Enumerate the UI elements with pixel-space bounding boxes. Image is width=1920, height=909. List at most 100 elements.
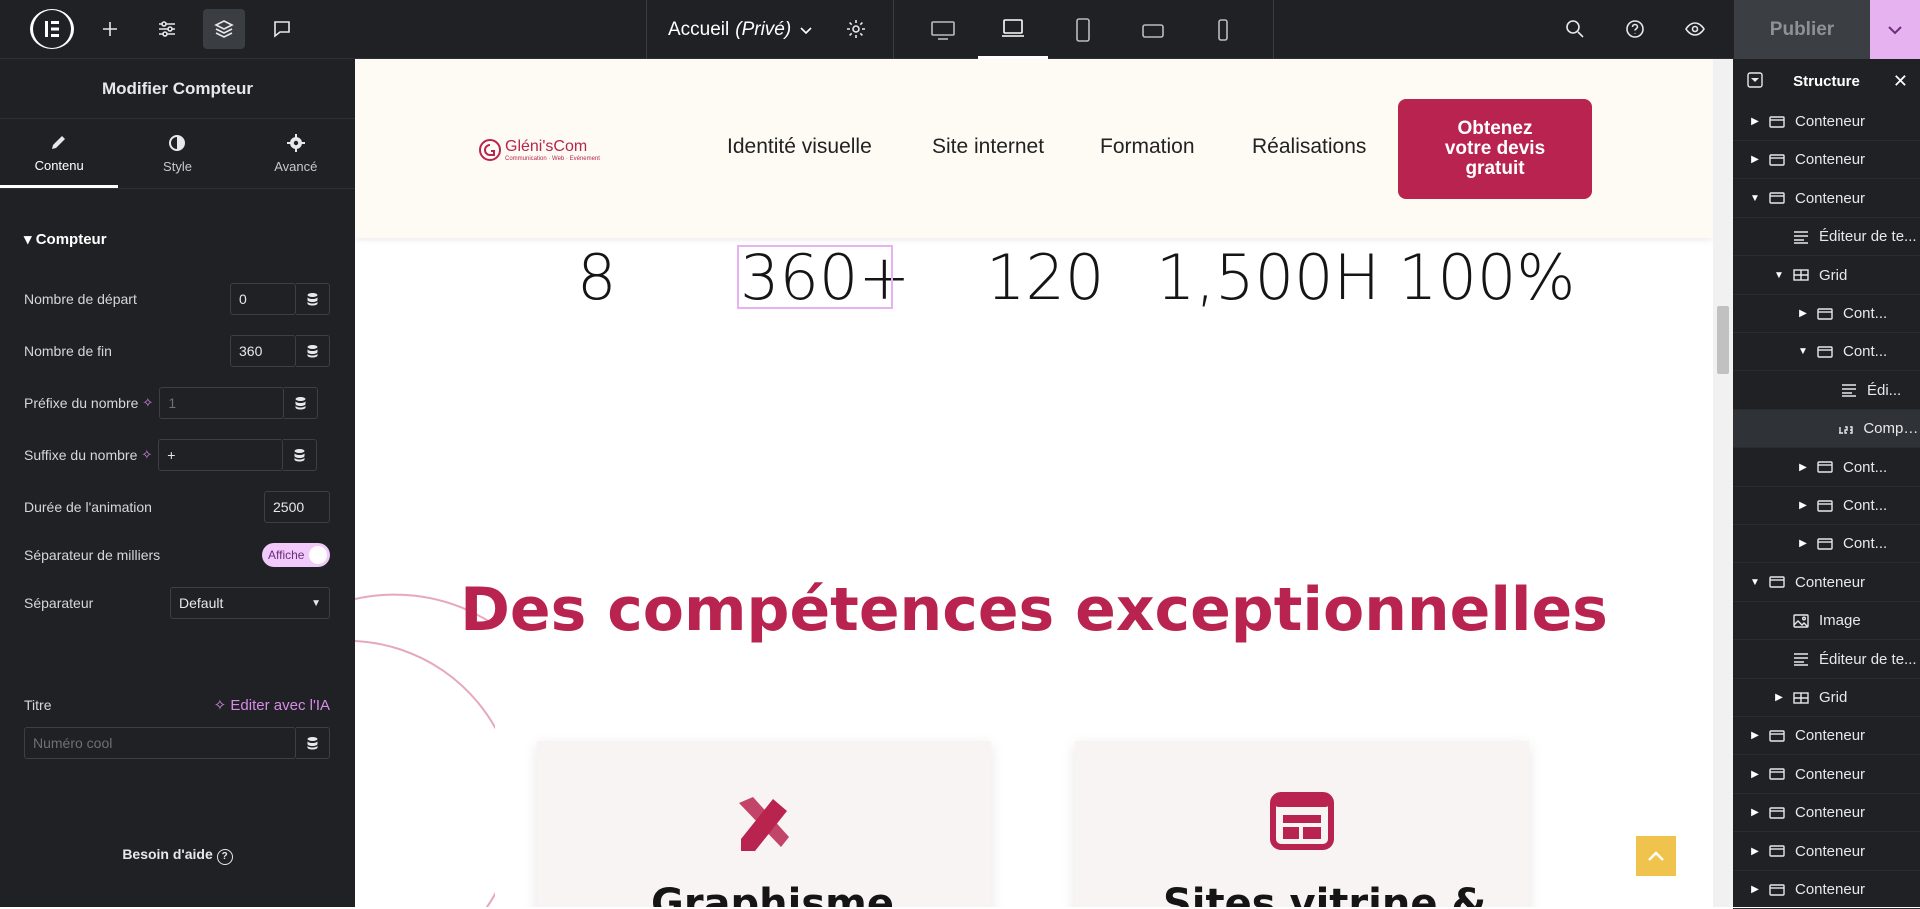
- site-logo[interactable]: Gléni'sCom Communication · Web · Evénemen…: [477, 137, 600, 163]
- caret-right-icon[interactable]: ▶: [1773, 692, 1785, 703]
- page-title-dropdown[interactable]: Accueil (Privé): [668, 0, 815, 59]
- structure-item-container[interactable]: ▶ Conteneur: [1733, 871, 1920, 909]
- structure-item-container[interactable]: ▶ Conteneur: [1733, 717, 1920, 756]
- nav-realisations[interactable]: Réalisations: [1252, 135, 1366, 159]
- control-label: Préfixe du nombre: [24, 395, 139, 411]
- nav-identite-visuelle[interactable]: Identité visuelle: [727, 135, 872, 159]
- site-settings-button[interactable]: [146, 9, 188, 49]
- structure-item-text-editor[interactable]: Éditeur de te...: [1733, 218, 1920, 257]
- end-number-input[interactable]: 360: [230, 335, 296, 367]
- structure-item-label: Conteneur: [1795, 727, 1866, 745]
- structure-item-container[interactable]: ▶ Conteneur: [1733, 756, 1920, 794]
- counter-value[interactable]: 100%: [1398, 241, 1575, 314]
- search-icon[interactable]: [1554, 9, 1596, 49]
- structure-item-container[interactable]: ▶ Conteneur: [1733, 794, 1920, 833]
- help-icon[interactable]: [1614, 9, 1656, 49]
- prefix-input[interactable]: 1: [159, 387, 285, 419]
- tab-style[interactable]: Style: [118, 119, 236, 188]
- structure-item-container[interactable]: ▶ Cont...: [1733, 525, 1920, 564]
- page-settings-gear-icon[interactable]: [835, 9, 877, 49]
- thousands-separator-toggle[interactable]: Affiche: [262, 543, 330, 567]
- caret-right-icon[interactable]: ▶: [1797, 538, 1809, 549]
- structure-item-container[interactable]: ▶ Conteneur: [1733, 833, 1920, 871]
- chevron-up-icon: [1648, 851, 1664, 861]
- caret-right-icon[interactable]: ▶: [1749, 116, 1761, 127]
- caret-down-icon[interactable]: ▼: [1749, 193, 1761, 204]
- dynamic-tags-icon[interactable]: [283, 439, 318, 471]
- dynamic-tags-icon[interactable]: [296, 335, 330, 367]
- quote-cta-button[interactable]: Obtenez votre devis gratuit: [1398, 99, 1592, 199]
- caret-right-icon[interactable]: ▶: [1797, 308, 1809, 319]
- mobile-device-icon[interactable]: [1188, 0, 1258, 59]
- counter-value[interactable]: 1,500H: [1156, 241, 1380, 314]
- structure-item-counter[interactable]: Compteur: [1733, 410, 1920, 449]
- laptop-device-icon[interactable]: [978, 0, 1048, 59]
- publish-button[interactable]: Publier: [1734, 0, 1870, 59]
- title-input[interactable]: Numéro cool: [24, 727, 296, 759]
- separator-select[interactable]: Default ▼: [170, 587, 330, 619]
- caret-right-icon[interactable]: ▶: [1749, 807, 1761, 818]
- structure-item-text-editor[interactable]: Éditeur de te...: [1733, 641, 1920, 679]
- tab-advanced[interactable]: Avancé: [237, 119, 355, 188]
- ai-sparkle-icon[interactable]: ✧: [142, 395, 153, 411]
- structure-item-label: Grid: [1819, 266, 1848, 284]
- caret-right-icon[interactable]: ▶: [1749, 154, 1761, 165]
- caret-right-icon[interactable]: ▶: [1749, 884, 1761, 895]
- structure-item-container[interactable]: ▼ Conteneur: [1733, 564, 1920, 602]
- structure-item-container[interactable]: ▶ Cont...: [1733, 295, 1920, 333]
- desktop-device-icon[interactable]: [908, 0, 978, 59]
- nav-formation[interactable]: Formation: [1100, 135, 1195, 159]
- thousands-separator-control: Séparateur de milliers Affiche: [24, 538, 330, 572]
- structure-item-grid[interactable]: ▼ Grid: [1733, 257, 1920, 295]
- comments-button[interactable]: [261, 9, 303, 49]
- dynamic-tags-icon[interactable]: [284, 387, 319, 419]
- collapse-all-icon[interactable]: [1747, 72, 1763, 92]
- caret-down-icon[interactable]: ▼: [1797, 346, 1809, 357]
- elementor-logo-icon[interactable]: [30, 9, 74, 49]
- help-link[interactable]: Besoin d'aide ?: [0, 846, 355, 865]
- caret-right-icon[interactable]: ▶: [1797, 500, 1809, 511]
- publish-options-chevron-icon[interactable]: [1870, 0, 1920, 59]
- structure-item-text-editor[interactable]: Édi...: [1733, 372, 1920, 410]
- close-icon[interactable]: ✕: [1893, 71, 1908, 92]
- caret-right-icon[interactable]: ▶: [1797, 462, 1809, 473]
- start-number-input[interactable]: 0: [230, 283, 296, 315]
- tab-label: Avancé: [274, 159, 318, 174]
- preview-eye-icon[interactable]: [1674, 9, 1716, 49]
- counter-value[interactable]: 8: [577, 241, 616, 314]
- caret-right-icon[interactable]: ▶: [1749, 846, 1761, 857]
- ai-sparkle-icon[interactable]: ✧: [141, 447, 152, 463]
- structure-item-label: Cont...: [1843, 535, 1888, 553]
- structure-item-container[interactable]: ▼ Conteneur: [1733, 180, 1920, 218]
- structure-item-container[interactable]: ▶ Cont...: [1733, 449, 1920, 487]
- structure-item-label: Cont...: [1843, 497, 1888, 514]
- tablet-landscape-device-icon[interactable]: [1118, 0, 1188, 59]
- tablet-portrait-device-icon[interactable]: [1048, 0, 1118, 59]
- scroll-to-top-button[interactable]: [1636, 836, 1676, 876]
- section-header-compteur[interactable]: ▾ Compteur: [24, 230, 107, 248]
- caret-right-icon[interactable]: ▶: [1749, 769, 1761, 780]
- structure-item-container[interactable]: ▶ Cont...: [1733, 487, 1920, 525]
- structure-item-container[interactable]: ▼ Cont...: [1733, 333, 1920, 372]
- structure-item-container[interactable]: ▶ Conteneur: [1733, 141, 1920, 180]
- structure-item-image[interactable]: Image: [1733, 602, 1920, 641]
- edit-with-ai-link[interactable]: ✧ Editer avec l'IA: [214, 696, 330, 714]
- structure-item-label: Conteneur: [1795, 765, 1866, 783]
- animation-duration-input[interactable]: 2500: [264, 491, 330, 523]
- structure-item-container[interactable]: ▶ Conteneur: [1733, 103, 1920, 141]
- counter-value[interactable]: 120: [986, 241, 1104, 314]
- dynamic-tags-icon[interactable]: [296, 283, 330, 315]
- add-element-button[interactable]: [89, 9, 131, 49]
- caret-right-icon[interactable]: ▶: [1749, 730, 1761, 741]
- caret-down-icon[interactable]: ▼: [1773, 270, 1785, 281]
- canvas-scrollbar[interactable]: [1713, 59, 1733, 907]
- structure-item-label: Conteneur: [1795, 151, 1866, 169]
- structure-button[interactable]: [203, 9, 245, 49]
- suffix-control: Suffixe du nombre ✧ +: [24, 438, 330, 472]
- suffix-input[interactable]: +: [158, 439, 284, 471]
- nav-site-internet[interactable]: Site internet: [932, 135, 1044, 159]
- dynamic-tags-icon[interactable]: [296, 727, 330, 759]
- tab-content[interactable]: Contenu: [0, 119, 119, 188]
- structure-item-grid[interactable]: ▶ Grid: [1733, 679, 1920, 717]
- caret-down-icon[interactable]: ▼: [1749, 577, 1761, 588]
